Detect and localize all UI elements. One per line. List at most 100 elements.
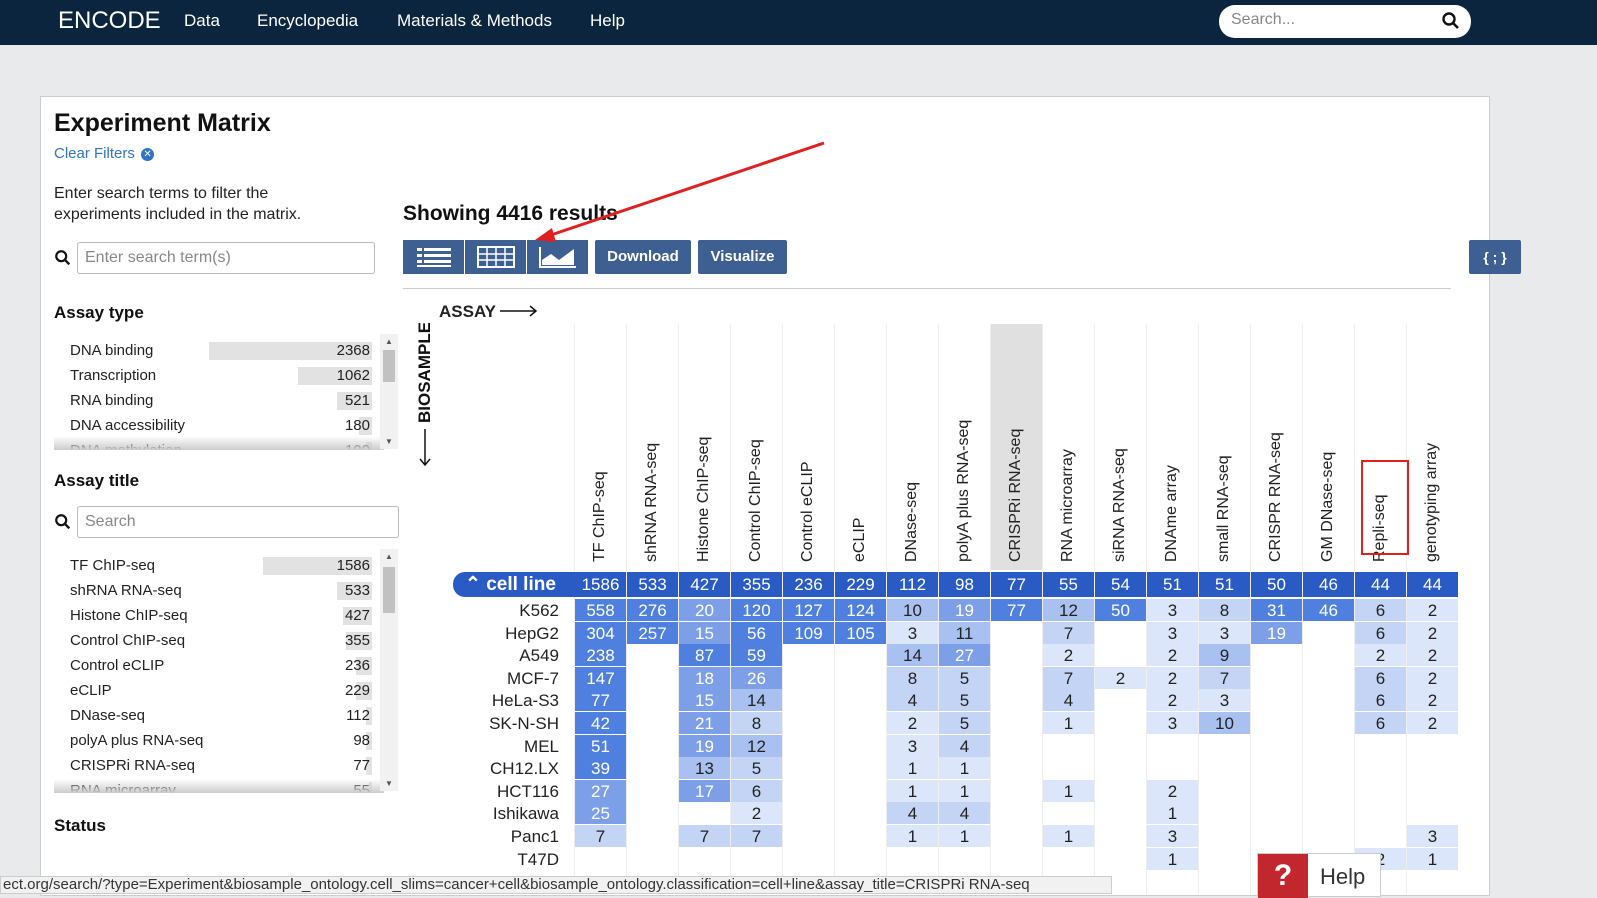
matrix-total-cell[interactable]: 44 bbox=[1355, 572, 1406, 597]
row-label[interactable]: SK-N-SH bbox=[439, 712, 567, 735]
matrix-cell[interactable]: 77 bbox=[575, 689, 626, 712]
json-button[interactable]: { ; } bbox=[1469, 240, 1521, 274]
matrix-cell[interactable]: 1 bbox=[939, 757, 990, 780]
row-label[interactable]: HepG2 bbox=[439, 622, 567, 645]
matrix-cell[interactable]: 17 bbox=[679, 779, 730, 802]
column-header-histone-chip-seq[interactable]: Histone ChIP-seq bbox=[679, 324, 731, 570]
matrix-cell[interactable]: 3 bbox=[1199, 689, 1250, 712]
column-header-control-chip-seq[interactable]: Control ChIP-seq bbox=[731, 324, 783, 570]
facet-item[interactable]: RNA binding 521 bbox=[54, 388, 384, 413]
matrix-cell[interactable]: 7 bbox=[1043, 621, 1094, 644]
row-label[interactable]: T47D bbox=[439, 848, 567, 871]
scroll-down-icon[interactable]: ▼ bbox=[385, 779, 393, 788]
facet-item[interactable]: shRNA RNA-seq 533 bbox=[54, 578, 384, 603]
matrix-cell[interactable]: 5 bbox=[939, 689, 990, 712]
column-header-crispri-rna-seq[interactable]: CRISPRi RNA-seq bbox=[991, 324, 1043, 570]
matrix-cell[interactable]: 27 bbox=[575, 779, 626, 802]
matrix-cell[interactable]: 2 bbox=[1095, 666, 1146, 689]
matrix-cell[interactable]: 9 bbox=[1199, 644, 1250, 667]
matrix-total-cell[interactable]: 51 bbox=[1199, 572, 1250, 597]
matrix-cell[interactable]: 109 bbox=[783, 621, 834, 644]
column-header-shrna-rna-seq[interactable]: shRNA RNA-seq bbox=[627, 324, 679, 570]
matrix-total-cell[interactable]: 229 bbox=[835, 572, 886, 597]
matrix-total-cell[interactable]: 44 bbox=[1407, 572, 1458, 597]
facet-item[interactable]: DNA accessibility 180 bbox=[54, 413, 384, 438]
matrix-cell[interactable]: 2 bbox=[887, 712, 938, 734]
matrix-cell[interactable]: 2 bbox=[1147, 779, 1198, 802]
matrix-cell[interactable]: 1 bbox=[1043, 712, 1094, 734]
nav-help[interactable]: Help bbox=[590, 11, 625, 31]
matrix-cell[interactable]: 2 bbox=[1043, 644, 1094, 667]
matrix-cell[interactable]: 257 bbox=[627, 621, 678, 644]
matrix-cell[interactable]: 1 bbox=[887, 757, 938, 780]
matrix-cell[interactable]: 42 bbox=[575, 712, 626, 734]
column-header-crispr-rna-seq[interactable]: CRISPR RNA-seq bbox=[1251, 324, 1303, 570]
matrix-cell[interactable]: 59 bbox=[731, 644, 782, 667]
group-header-row[interactable]: ⌃ cell line 1586 533 427 355 236 229 112 98 77 55 5… bbox=[439, 572, 1458, 597]
matrix-cell[interactable]: 13 bbox=[679, 757, 730, 780]
matrix-cell[interactable]: 1 bbox=[887, 825, 938, 847]
matrix-cell[interactable]: 25 bbox=[575, 802, 626, 825]
matrix-cell[interactable]: 46 bbox=[1303, 599, 1354, 621]
column-header-tf-chip-seq[interactable]: TF ChIP-seq bbox=[575, 324, 627, 570]
matrix-cell[interactable]: 31 bbox=[1251, 599, 1302, 621]
facet-scrollbar[interactable]: ▲ ▼ bbox=[380, 549, 398, 791]
matrix-cell[interactable]: 21 bbox=[679, 712, 730, 734]
matrix-cell[interactable]: 1 bbox=[939, 779, 990, 802]
matrix-cell[interactable]: 3 bbox=[1147, 825, 1198, 847]
matrix-cell[interactable]: 2 bbox=[1355, 644, 1406, 667]
matrix-cell[interactable]: 8 bbox=[731, 712, 782, 734]
facet-item[interactable]: Histone ChIP-seq 427 bbox=[54, 603, 384, 628]
matrix-cell[interactable]: 1 bbox=[1043, 825, 1094, 847]
column-header-genotyping-array[interactable]: genotyping array bbox=[1407, 324, 1459, 570]
matrix-cell[interactable]: 2 bbox=[1407, 599, 1458, 621]
group-toggle[interactable]: ⌃ cell line bbox=[453, 572, 575, 597]
matrix-cell[interactable]: 14 bbox=[731, 689, 782, 712]
matrix-total-cell[interactable]: 46 bbox=[1303, 572, 1354, 597]
facet-item[interactable]: TF ChIP-seq 1586 bbox=[54, 553, 384, 578]
matrix-cell[interactable]: 1 bbox=[1147, 847, 1198, 870]
scroll-up-icon[interactable]: ▲ bbox=[385, 552, 393, 561]
matrix-cell[interactable]: 19 bbox=[1251, 621, 1302, 644]
matrix-cell[interactable]: 2 bbox=[1147, 644, 1198, 667]
row-label[interactable]: Panc1 bbox=[439, 825, 567, 848]
matrix-cell[interactable]: 5 bbox=[731, 757, 782, 780]
column-header-polya-plus-rna-seq[interactable]: polyA plus RNA-seq bbox=[939, 324, 991, 570]
matrix-total-cell[interactable]: 54 bbox=[1095, 572, 1146, 597]
column-header-sirna-rna-seq[interactable]: siRNA RNA-seq bbox=[1095, 324, 1147, 570]
matrix-total-cell[interactable]: 55 bbox=[1043, 572, 1094, 597]
matrix-cell[interactable]: 10 bbox=[1199, 712, 1250, 734]
matrix-cell[interactable]: 87 bbox=[679, 644, 730, 667]
facet-item[interactable]: polyA plus RNA-seq 98 bbox=[54, 728, 384, 753]
matrix-cell[interactable]: 8 bbox=[1199, 599, 1250, 621]
matrix-cell[interactable]: 39 bbox=[575, 757, 626, 780]
search-icon[interactable] bbox=[1441, 11, 1461, 31]
matrix-cell[interactable]: 12 bbox=[1043, 599, 1094, 621]
matrix-cell[interactable]: 2 bbox=[1147, 689, 1198, 712]
matrix-cell[interactable]: 4 bbox=[1043, 689, 1094, 712]
nav-materials-methods[interactable]: Materials & Methods bbox=[397, 11, 552, 31]
column-header-eclip[interactable]: eCLIP bbox=[835, 324, 887, 570]
matrix-cell[interactable]: 2 bbox=[1407, 712, 1458, 734]
facet-scrollbar[interactable]: ▲ ▼ bbox=[380, 334, 398, 449]
facet-item[interactable]: Control ChIP-seq 355 bbox=[54, 628, 384, 653]
facet-item[interactable]: Control eCLIP 236 bbox=[54, 653, 384, 678]
matrix-cell[interactable]: 1 bbox=[887, 779, 938, 802]
matrix-view-button[interactable] bbox=[465, 240, 527, 274]
matrix-cell[interactable]: 26 bbox=[731, 666, 782, 689]
row-label[interactable]: HeLa-S3 bbox=[439, 689, 567, 712]
global-search-input[interactable]: Search... bbox=[1219, 5, 1471, 38]
matrix-cell[interactable]: 1 bbox=[1407, 847, 1458, 870]
matrix-cell[interactable]: 15 bbox=[679, 621, 730, 644]
column-header-dnase-seq[interactable]: DNase-seq bbox=[887, 324, 939, 570]
matrix-cell[interactable]: 558 bbox=[575, 599, 626, 621]
matrix-cell[interactable]: 238 bbox=[575, 644, 626, 667]
matrix-cell[interactable]: 2 bbox=[731, 802, 782, 825]
column-header-control-eclip[interactable]: Control eCLIP bbox=[783, 324, 835, 570]
matrix-cell[interactable]: 8 bbox=[887, 666, 938, 689]
clear-filters-link[interactable]: Clear Filters ✕ bbox=[54, 145, 155, 162]
matrix-cell[interactable]: 18 bbox=[679, 666, 730, 689]
matrix-cell[interactable]: 1 bbox=[939, 825, 990, 847]
matrix-cell[interactable]: 3 bbox=[1407, 825, 1458, 847]
matrix-cell[interactable]: 5 bbox=[939, 712, 990, 734]
